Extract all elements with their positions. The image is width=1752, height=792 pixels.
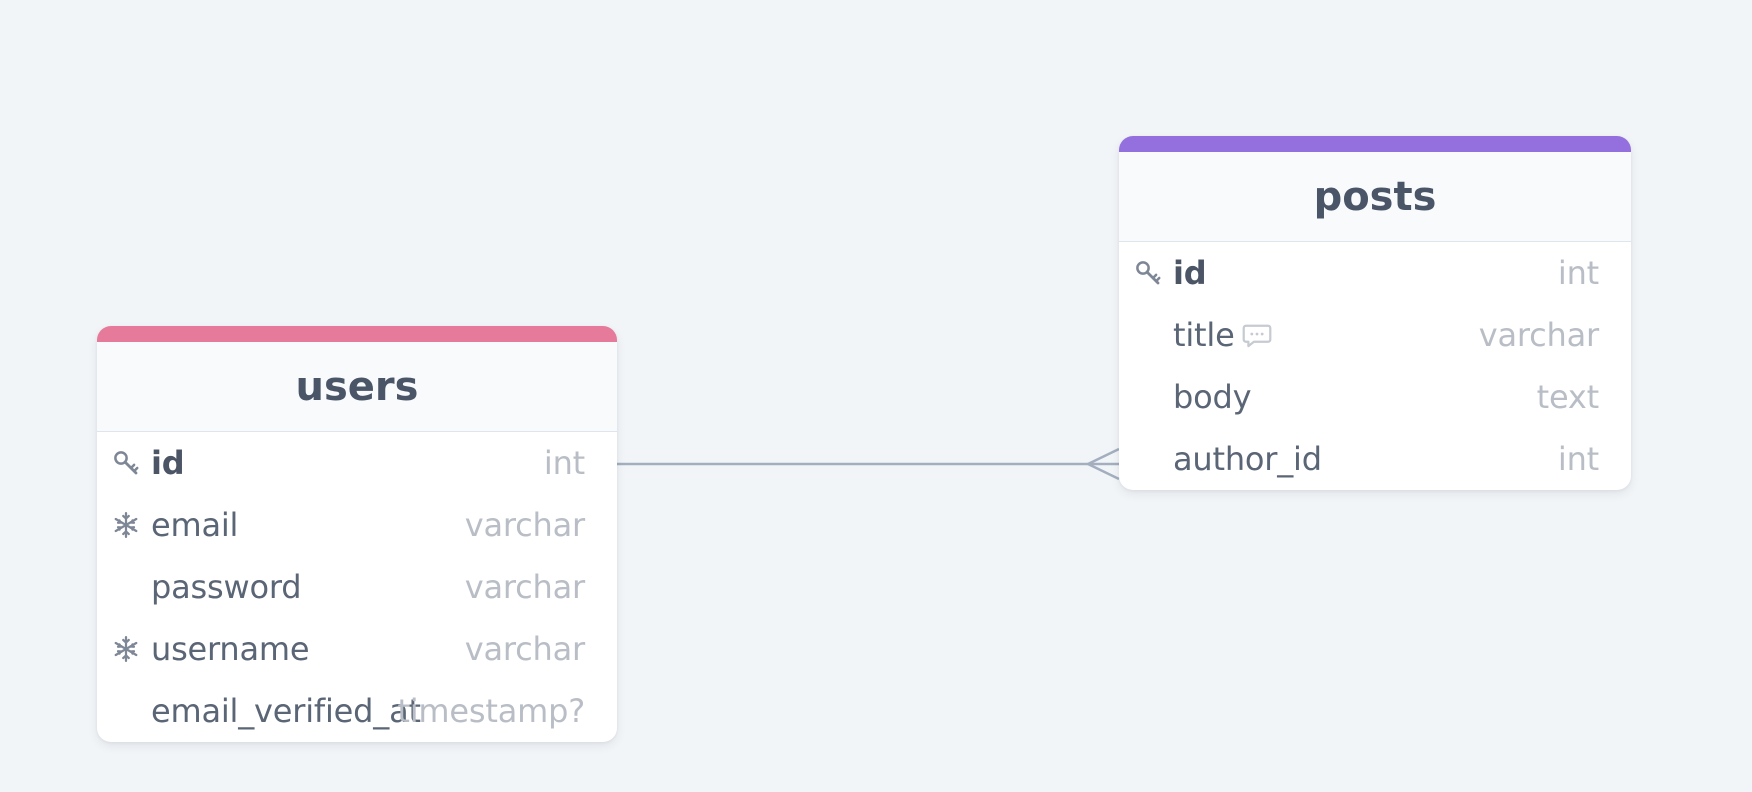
many-end-upper bbox=[1087, 447, 1120, 466]
users-column-id[interactable]: id int bbox=[97, 432, 617, 494]
users-column-id-type: int bbox=[543, 444, 585, 482]
posts-column-body-type: text bbox=[1536, 378, 1600, 416]
users-column-password-type: varchar bbox=[464, 568, 585, 606]
snowflake-icon bbox=[111, 510, 141, 540]
users-column-password-name: password bbox=[151, 568, 302, 606]
comment-icon[interactable] bbox=[1241, 320, 1273, 350]
posts-column-id-name: id bbox=[1173, 254, 1207, 292]
posts-column-title-name: title bbox=[1173, 316, 1235, 354]
table-posts-title[interactable]: posts bbox=[1119, 152, 1631, 242]
snowflake-icon bbox=[111, 634, 141, 664]
posts-column-body[interactable]: body text bbox=[1119, 366, 1631, 428]
users-column-email-type: varchar bbox=[464, 506, 585, 544]
key-icon bbox=[111, 448, 141, 478]
users-column-email-name: email bbox=[151, 506, 239, 544]
users-column-email-verified-at-name: email_verified_at bbox=[151, 692, 421, 730]
posts-column-author-id[interactable]: author_id int bbox=[1119, 428, 1631, 490]
users-column-id-name: id bbox=[151, 444, 185, 482]
posts-column-title[interactable]: title varchar bbox=[1119, 304, 1631, 366]
posts-column-title-type: varchar bbox=[1478, 316, 1599, 354]
posts-column-id-type: int bbox=[1557, 254, 1599, 292]
posts-column-author-id-type: int bbox=[1557, 440, 1599, 478]
users-column-username[interactable]: username varchar bbox=[97, 618, 617, 680]
many-end-lower bbox=[1087, 462, 1120, 481]
table-users[interactable]: users id int email varchar password varc… bbox=[97, 326, 617, 742]
users-column-password[interactable]: password varchar bbox=[97, 556, 617, 618]
users-column-username-type: varchar bbox=[464, 630, 585, 668]
users-column-username-name: username bbox=[151, 630, 310, 668]
table-posts[interactable]: posts id int title varchar body text aut… bbox=[1119, 136, 1631, 490]
users-column-email-verified-at[interactable]: email_verified_at timestamp? bbox=[97, 680, 617, 742]
table-users-accent-bar bbox=[97, 326, 617, 342]
key-icon bbox=[1133, 258, 1163, 288]
relation-line[interactable] bbox=[617, 447, 1120, 481]
posts-column-author-id-name: author_id bbox=[1173, 440, 1322, 478]
posts-column-id[interactable]: id int bbox=[1119, 242, 1631, 304]
posts-column-body-name: body bbox=[1173, 378, 1252, 416]
table-users-title[interactable]: users bbox=[97, 342, 617, 432]
users-column-email[interactable]: email varchar bbox=[97, 494, 617, 556]
users-column-email-verified-at-type: timestamp? bbox=[397, 692, 585, 730]
diagram-canvas: users id int email varchar password varc… bbox=[0, 0, 1752, 792]
table-posts-accent-bar bbox=[1119, 136, 1631, 152]
